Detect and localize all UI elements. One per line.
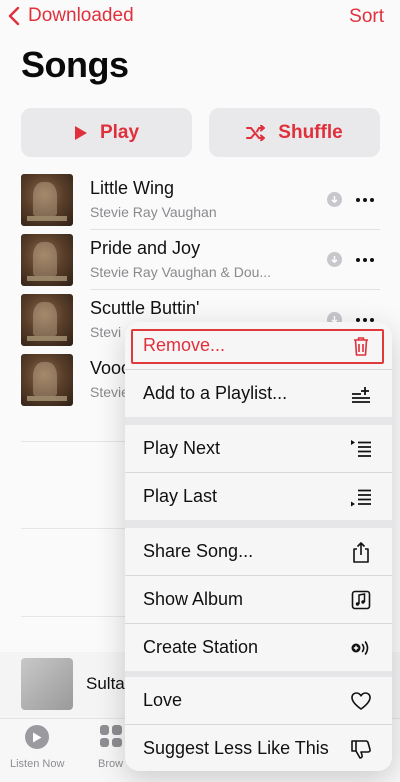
play-label: Play	[99, 121, 140, 143]
tab-label: Listen Now	[10, 758, 65, 770]
song-row[interactable]: Pride and Joy Stevie Ray Vaughan & Dou..…	[0, 234, 400, 294]
menu-item-play-next[interactable]: Play Next	[125, 425, 392, 472]
menu-item-label: Play Last	[143, 486, 218, 506]
song-artist: Stevie Ray Vaughan	[90, 204, 217, 220]
album-art	[21, 354, 73, 406]
menu-item-label: Love	[143, 690, 183, 710]
menu-item-label: Create Station	[143, 637, 259, 657]
play-button[interactable]: Play	[21, 108, 192, 157]
trash-icon	[354, 337, 368, 356]
chevron-left-icon	[8, 6, 20, 26]
more-icon[interactable]	[356, 192, 374, 207]
play-icon	[74, 125, 87, 140]
song-row[interactable]: Little Wing Stevie Ray Vaughan	[0, 174, 400, 234]
heart-icon	[351, 692, 371, 710]
station-icon	[351, 641, 369, 655]
top-nav: Downloaded Sort	[0, 0, 400, 36]
songs-screen: Downloaded Sort Songs Play Shuffle Littl…	[0, 0, 400, 782]
album-art	[21, 174, 73, 226]
menu-item-label: Show Album	[143, 589, 244, 609]
mini-player-title: Sulta	[86, 674, 125, 693]
menu-item-label: Add to a Playlist...	[143, 383, 288, 403]
menu-item-show-album[interactable]: Show Album	[125, 576, 392, 623]
tab-browse[interactable]: Brow	[98, 725, 123, 770]
play-last-icon	[351, 489, 371, 507]
song-title: Little Wing	[90, 178, 175, 198]
mini-player-art	[21, 658, 73, 710]
music-note-icon	[351, 590, 371, 610]
row-divider	[90, 229, 380, 230]
menu-item-love[interactable]: Love	[125, 677, 392, 724]
menu-item-label: Suggest Less Like This	[143, 738, 329, 758]
more-icon[interactable]	[356, 252, 374, 267]
add-to-playlist-icon	[352, 387, 370, 403]
share-icon	[353, 542, 369, 563]
sort-button[interactable]: Sort	[349, 6, 384, 28]
song-artist: Stevie Ray Vaughan & Dou...	[90, 264, 272, 280]
song-artist: Stevie	[90, 384, 129, 400]
context-menu: Remove... Add to a Playlist... Play Next…	[125, 322, 392, 771]
page-title: Songs	[21, 44, 129, 85]
menu-item-remove[interactable]: Remove...	[125, 322, 392, 369]
play-next-icon	[351, 440, 371, 457]
row-divider	[90, 289, 380, 290]
back-button[interactable]: Downloaded	[8, 5, 134, 27]
menu-item-label: Play Next	[143, 438, 221, 458]
menu-item-add-to-playlist[interactable]: Add to a Playlist...	[125, 370, 392, 417]
menu-item-label: Share Song...	[143, 541, 254, 561]
menu-item-share-song[interactable]: Share Song...	[125, 528, 392, 575]
tab-listen-now[interactable]: Listen Now	[10, 725, 64, 770]
tab-label: Brow	[98, 758, 124, 770]
menu-item-suggest-less[interactable]: Suggest Less Like This	[125, 725, 392, 771]
song-artist: Stevi	[90, 324, 122, 340]
shuffle-button[interactable]: Shuffle	[209, 108, 380, 157]
song-title: Scuttle Buttin'	[90, 298, 200, 318]
play-circle-icon	[25, 725, 50, 749]
song-title: Pride and Joy	[90, 238, 201, 258]
downloaded-icon	[327, 192, 342, 207]
shuffle-label: Shuffle	[278, 121, 343, 143]
back-label: Downloaded	[28, 5, 134, 26]
album-art	[21, 234, 73, 286]
downloaded-icon	[327, 252, 342, 267]
menu-item-create-station[interactable]: Create Station	[125, 624, 392, 671]
thumbs-down-icon	[351, 740, 371, 759]
shuffle-icon	[246, 124, 266, 141]
grid-icon	[99, 725, 122, 747]
menu-item-play-last[interactable]: Play Last	[125, 473, 392, 520]
menu-item-label: Remove...	[143, 335, 226, 355]
album-art	[21, 294, 73, 346]
